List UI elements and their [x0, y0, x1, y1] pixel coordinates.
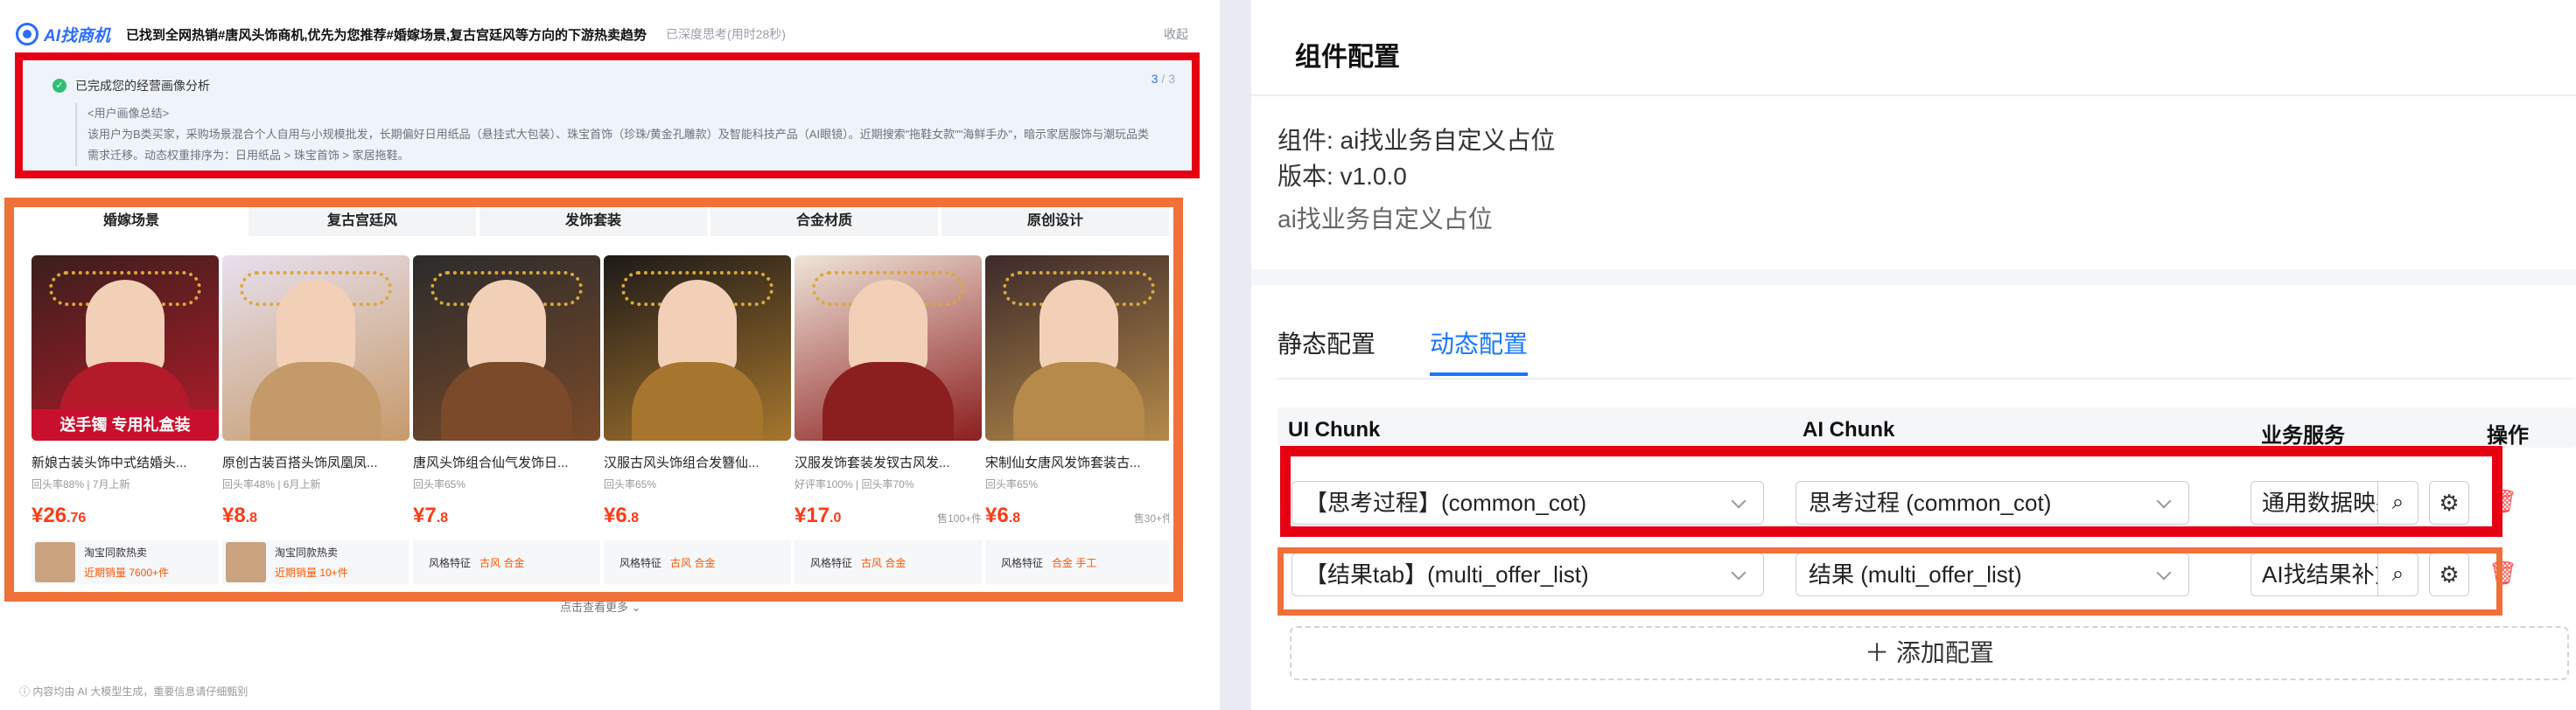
- col-ai-chunk: AI Chunk: [1802, 418, 1895, 442]
- add-config-button[interactable]: ＋ 添加配置: [1290, 626, 2569, 680]
- result-header: AI找商机 已找到全网热销#唐风头饰商机,优先为您推荐#婚嫁场景,复古宫廷风等方…: [16, 19, 1188, 49]
- config-tabs: 静态配置 动态配置: [1278, 325, 1529, 376]
- logo-text: AI找商机: [44, 26, 111, 45]
- plus-icon: ＋: [1865, 639, 1896, 666]
- title-divider: [1251, 94, 2576, 96]
- thinking-status[interactable]: 已深度思考(用时28秒): [666, 25, 786, 43]
- result-title: 已找到全网热销#唐风头饰商机,优先为您推荐#婚嫁场景,复古宫廷风等方向的下游热卖…: [126, 27, 648, 43]
- add-config-label: 添加配置: [1895, 639, 1994, 666]
- tab-static-config[interactable]: 静态配置: [1278, 325, 1376, 376]
- collapse-button[interactable]: 收起: [1164, 25, 1188, 43]
- highlight-box-row1: [1280, 446, 2502, 537]
- col-service: 业务服务: [2261, 424, 2345, 448]
- highlight-box-thinking: [15, 52, 1200, 178]
- component-description: ai找业务自定义占位: [1278, 205, 1493, 233]
- col-ui-chunk: UI Chunk: [1288, 418, 1381, 442]
- panel-divider: [1220, 0, 1251, 710]
- tab-dynamic-config[interactable]: 动态配置: [1430, 325, 1529, 376]
- ai-disclaimer: ⓘ 内容均由 AI 大模型生成，重要信息请仔细甄别: [19, 686, 248, 698]
- component-name: 组件: ai找业务自定义占位: [1278, 127, 1556, 154]
- config-table-header: UI Chunk AI Chunk 业务服务 操作: [1278, 407, 2576, 448]
- logo-icon: [16, 23, 38, 45]
- component-config-panel: 组件配置 组件: ai找业务自定义占位 版本: v1.0.0 ai找业务自定义占…: [1251, 0, 2576, 710]
- component-version: 版本: v1.0.0: [1278, 163, 1407, 190]
- component-info: 组件: ai找业务自定义占位 版本: v1.0.0 ai找业务自定义占位: [1278, 122, 1555, 237]
- show-more-link[interactable]: 点击查看更多 ⌄: [560, 598, 641, 615]
- config-title: 组件配置: [1295, 43, 1400, 72]
- section-band: [1251, 269, 2576, 285]
- tabs-underline: [1278, 378, 2572, 379]
- col-actions: 操作: [2487, 424, 2529, 448]
- chat-result-panel: AI找商机 已找到全网热销#唐风头饰商机,优先为您推荐#婚嫁场景,复古宫廷风等方…: [0, 0, 1220, 710]
- highlight-box-result: [4, 198, 1183, 602]
- app-logo: AI找商机: [16, 23, 110, 46]
- highlight-box-row2: [1278, 547, 2502, 616]
